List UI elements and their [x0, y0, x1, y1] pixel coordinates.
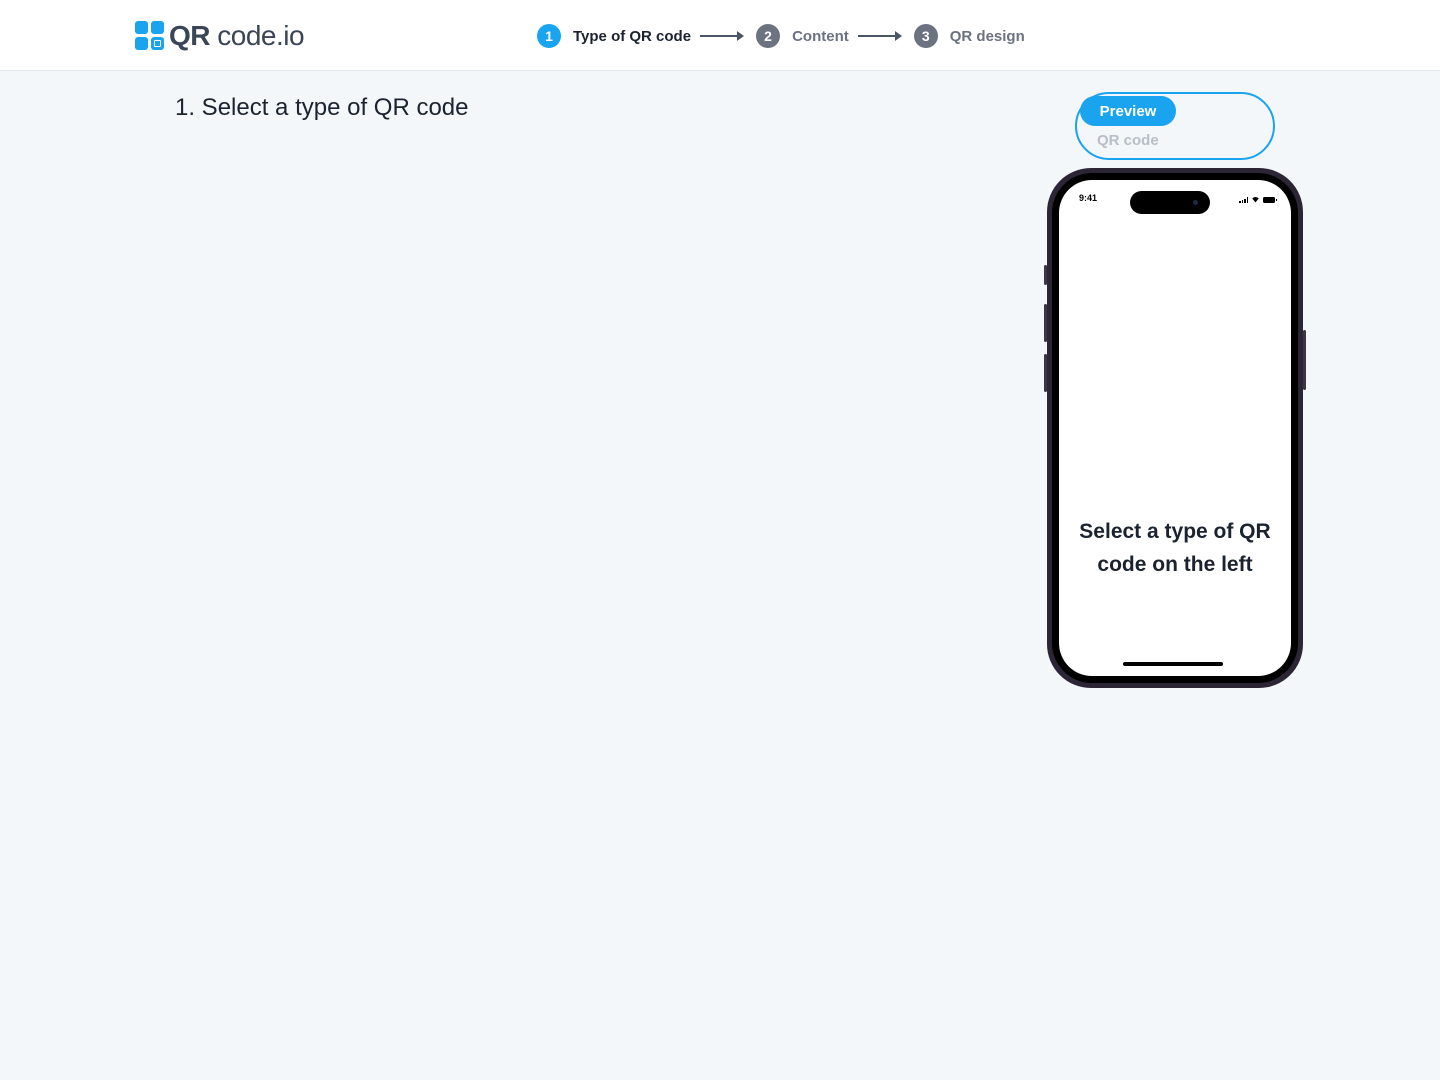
- phone-screen: 9:41 Select a type of QR code on the lef…: [1059, 180, 1291, 676]
- dynamic-island: [1130, 191, 1210, 214]
- home-indicator: [1123, 662, 1223, 666]
- step-type-of-qr-code[interactable]: 1 Type of QR code: [537, 24, 691, 48]
- preview-tab-button[interactable]: Preview: [1080, 96, 1176, 126]
- phone-side-button: [1303, 330, 1306, 390]
- phone-bezel: 9:41 Select a type of QR code on the lef…: [1052, 173, 1298, 683]
- phone-side-button: [1044, 354, 1047, 392]
- step-qr-design[interactable]: 3 QR design: [913, 24, 1025, 48]
- qrcode-io-logo[interactable]: QR code.io: [135, 20, 305, 51]
- status-time: 9:41: [1079, 193, 1098, 203]
- step-content[interactable]: 2 Content: [756, 24, 849, 48]
- signal-icon: [1239, 197, 1248, 203]
- phone-mockup: 9:41 Select a type of QR code on the lef…: [1044, 168, 1306, 688]
- step-number-badge: 2: [756, 24, 781, 48]
- qr-logo-icon: [135, 21, 164, 50]
- arrow-right-icon: [700, 31, 745, 41]
- step-label: Content: [792, 27, 849, 45]
- logo-text: QR code.io: [169, 20, 305, 51]
- battery-icon: [1263, 197, 1277, 203]
- page-title: 1. Select a type of QR code: [175, 94, 469, 121]
- phone-side-button: [1044, 304, 1047, 342]
- qr-code-tab-button[interactable]: QR code: [1097, 132, 1159, 149]
- status-icons: [1239, 195, 1277, 203]
- preview-placeholder-message: Select a type of QR code on the left: [1079, 520, 1271, 576]
- wifi-icon: [1251, 197, 1260, 203]
- step-label: Type of QR code: [573, 27, 692, 45]
- preview-qr-toggle: Preview QR code: [1075, 92, 1275, 160]
- top-header: QR code.io 1 Type of QR code 2 Content 3…: [0, 0, 1440, 71]
- step-number-badge: 3: [913, 24, 938, 48]
- step-number-badge: 1: [537, 24, 561, 48]
- progress-steps: 1 Type of QR code 2 Content 3 QR design: [537, 24, 1025, 48]
- arrow-right-icon: [857, 31, 902, 41]
- phone-side-button: [1044, 265, 1047, 285]
- step-label: QR design: [949, 27, 1025, 45]
